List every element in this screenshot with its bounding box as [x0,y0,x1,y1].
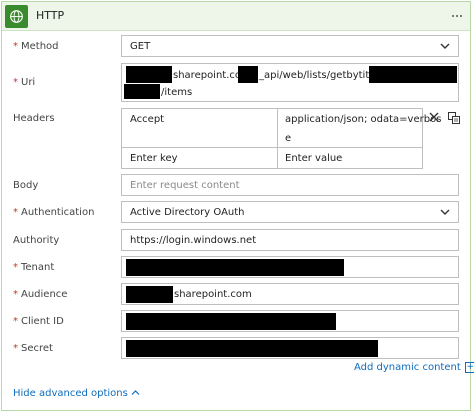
card-title: HTTP [36,9,65,22]
header-value-line-2[interactable]: e [285,133,291,144]
chevron-up-icon [131,388,140,399]
required-marker: * [13,77,18,88]
tenant-label: * Tenant [13,262,54,273]
more-options-icon[interactable] [452,15,462,17]
redacted-block [126,66,172,83]
body-placeholder: Enter request content [130,180,240,191]
chevron-down-icon [440,208,450,219]
card-header[interactable]: HTTP [2,2,470,31]
audience-value: sharepoint.com [174,289,252,300]
method-label: * Method [13,41,59,52]
secret-input[interactable] [121,337,459,359]
body-input[interactable]: Enter request content [121,174,459,196]
uri-label-text: Uri [21,77,36,88]
audience-input[interactable]: sharepoint.com [121,283,459,305]
required-marker: * [13,316,18,327]
globe-icon [5,5,28,28]
uri-part-items: /items [161,87,193,98]
header-key-cell[interactable]: Accept [130,114,164,125]
secret-label-text: Secret [21,343,53,354]
authority-label: Authority [13,235,60,246]
redacted-block [126,259,344,276]
grid-divider [122,147,422,148]
required-marker: * [13,262,18,273]
redacted-block [126,286,173,303]
uri-input[interactable]: sharepoint.com _api/web/lists/getbytitle… [121,63,459,102]
uri-label: * Uri [13,77,35,88]
audience-label-text: Audience [21,289,68,300]
switch-to-text-mode-icon[interactable] [448,112,460,127]
http-action-card: HTTP * Method GET * Uri sharepoint.com _ap… [1,1,474,411]
headers-label: Headers [13,113,55,124]
authentication-select[interactable]: Active Directory OAuth [121,201,459,223]
uri-part-api: _api/web/lists/getbytitle(' [259,70,385,81]
authentication-label: * Authentication [13,207,94,218]
required-marker: * [13,207,18,218]
redacted-block [126,313,336,330]
authentication-value: Active Directory OAuth [130,207,245,218]
hide-advanced-options-link[interactable]: Hide advanced options [13,388,140,399]
close-icon[interactable] [429,112,439,125]
method-select[interactable]: GET [121,35,459,57]
header-key-input[interactable]: Enter key [130,153,178,164]
hide-advanced-options-label: Hide advanced options [13,388,128,399]
chevron-down-icon [440,42,450,53]
tenant-label-text: Tenant [21,262,55,273]
audience-label: * Audience [13,289,67,300]
required-marker: * [13,343,18,354]
header-value-line-1[interactable]: application/json; odata=verbos [285,114,441,125]
method-label-text: Method [21,41,59,52]
client-id-label-text: Client ID [21,316,64,327]
add-dynamic-content-label: Add dynamic content [354,362,461,373]
method-value: GET [130,41,151,52]
client-id-input[interactable] [121,310,459,332]
client-id-label: * Client ID [13,316,64,327]
body-label: Body [13,180,39,191]
tenant-input[interactable] [121,256,459,278]
header-value-input[interactable]: Enter value [285,153,342,164]
required-marker: * [13,41,18,52]
redacted-block [124,84,160,99]
plus-icon: + [464,362,474,373]
authority-input[interactable]: https://login.windows.net [121,229,459,251]
redacted-block [126,340,378,357]
required-marker: * [13,289,18,300]
redacted-block [369,66,457,83]
secret-label: * Secret [13,343,53,354]
headers-grid: Accept application/json; odata=verbos e … [121,108,441,169]
add-dynamic-content-link[interactable]: Add dynamic content + [354,362,474,373]
grid-divider [277,109,278,168]
redacted-block [238,66,258,83]
authentication-label-text: Authentication [21,207,95,218]
authority-value: https://login.windows.net [130,235,257,246]
